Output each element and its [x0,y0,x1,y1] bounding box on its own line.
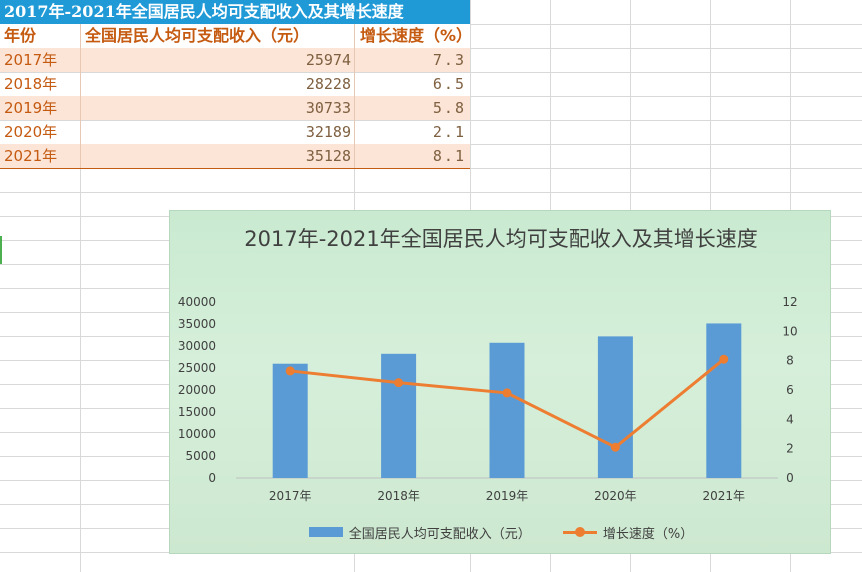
y-left-tick-label: 5000 [185,449,216,463]
income-bar [706,323,742,478]
x-tick-label: 2017年 [269,489,312,503]
header-year[interactable]: 年份 [0,24,80,48]
rate-point [285,366,295,376]
y-left-tick-label: 10000 [178,427,216,441]
income-bar [597,336,633,478]
cell-rate[interactable]: 5.8 [354,96,470,120]
legend-item-rate: 增长速度（%） [562,521,694,543]
legend-item-income: 全国居民人均可支配收入（元） [308,521,531,543]
cell-year[interactable]: 2017年 [0,48,80,72]
income-bar [272,363,308,478]
cell-rate[interactable]: 7.3 [354,48,470,72]
x-tick-label: 2018年 [377,489,420,503]
y-left-tick-label: 15000 [178,405,216,419]
cell-rate[interactable]: 2.1 [354,120,470,144]
table-row: 2020年 32189 2.1 [0,120,470,144]
cell-income[interactable]: 25974 [80,48,354,72]
y-left-tick-label: 0 [208,471,216,485]
table-header-row: 年份 全国居民人均可支配收入（元） 增长速度（%） [0,24,472,49]
y-right-tick-label: 10 [782,324,797,338]
legend-label-rate: 增长速度（%） [602,526,694,542]
cell-income[interactable]: 28228 [80,72,354,96]
rate-point [502,388,512,398]
table-row: 2019年 30733 5.8 [0,96,470,120]
cell-rate[interactable]: 8.1 [354,144,470,168]
x-tick-label: 2019年 [486,489,529,503]
table-row: 2017年 25974 7.3 [0,48,470,72]
y-right-tick-label: 6 [786,383,794,397]
cell-year[interactable]: 2021年 [0,144,80,168]
y-left-tick-label: 25000 [178,361,216,375]
legend-line-swatch [562,527,597,537]
cell-year[interactable]: 2018年 [0,72,80,96]
y-right-tick-label: 8 [786,354,794,368]
y-right-tick-label: 0 [786,471,794,485]
y-right-tick-label: 12 [782,295,797,309]
legend-label-income: 全国居民人均可支配收入（元） [348,526,531,542]
x-tick-label: 2021年 [703,489,746,503]
cell-income[interactable]: 35128 [80,144,354,168]
header-income[interactable]: 全国居民人均可支配收入（元） [80,24,354,48]
rate-point [610,442,620,452]
y-left-tick-label: 20000 [178,383,216,397]
y-left-tick-label: 35000 [178,317,216,331]
row-selection-marker [0,236,2,264]
table-row: 2018年 28228 6.5 [0,72,470,96]
chart-legend: 全国居民人均可支配收入（元） 增长速度（%） [170,521,832,543]
income-bar [489,342,525,478]
cell-year[interactable]: 2020年 [0,120,80,144]
y-right-tick-label: 4 [786,412,794,426]
rate-point [394,378,404,388]
legend-bar-swatch [308,527,343,537]
table-row: 2021年 35128 8.1 [0,144,470,169]
y-left-tick-label: 30000 [178,339,216,353]
chart-plot: 0 5000 10000 15000 20000 25000 30000 35000 40000… [178,295,798,503]
x-tick-label: 2020年 [594,489,637,503]
y-left-tick-label: 40000 [178,295,216,309]
table-title-cell[interactable]: 2017年-2021年全国居民人均可支配收入及其增长速度 [0,0,470,24]
cell-income[interactable]: 32189 [80,120,354,144]
rate-point [719,354,729,364]
cell-rate[interactable]: 6.5 [354,72,470,96]
y-right-tick-label: 2 [786,442,794,456]
cell-income[interactable]: 30733 [80,96,354,120]
header-rate[interactable]: 增长速度（%） [354,24,472,48]
combo-chart[interactable]: 2017年-2021年全国居民人均可支配收入及其增长速度 0 5000 10000 1… [169,210,831,554]
income-bar [381,353,417,478]
cell-year[interactable]: 2019年 [0,96,80,120]
